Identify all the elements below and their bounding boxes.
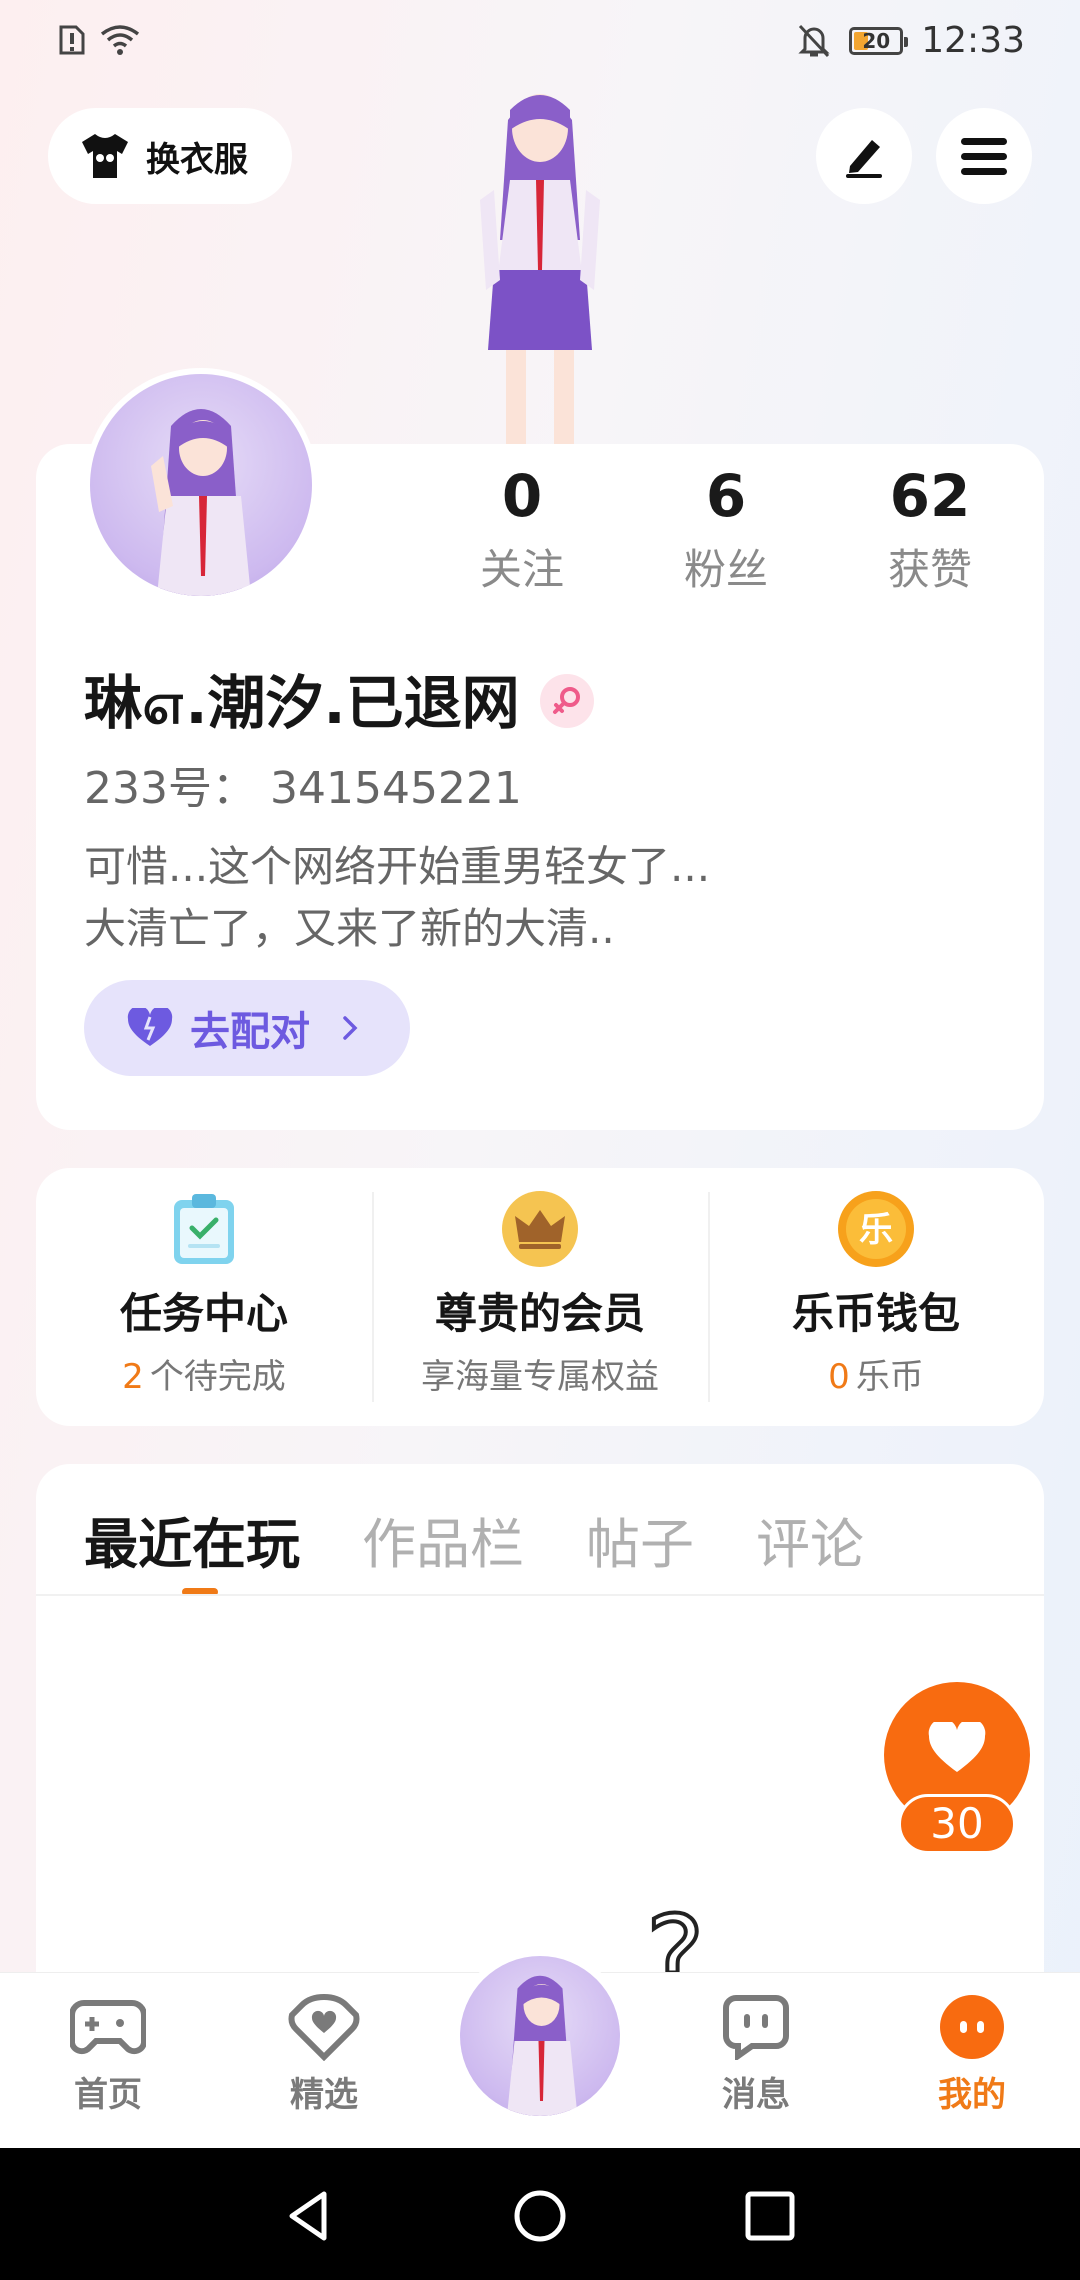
menu-button[interactable] [936,108,1032,204]
heart-icon [928,1722,986,1772]
stat-label: 粉丝 [683,545,768,594]
gamepad-icon [69,1991,147,2063]
crown-icon [501,1190,579,1268]
feature-subtitle: 0 乐币 [828,1357,924,1397]
tshirt-icon [82,134,128,178]
clipboard-check-icon [165,1190,243,1268]
avatar-character-figure[interactable] [420,80,660,450]
status-bar: 20 12:33 [0,0,1080,90]
nav-label: 我的 [938,2075,1006,2115]
match-label: 去配对 [190,1009,310,1055]
stat-followers[interactable]: 6 粉丝 [624,464,828,597]
coin-icon: 乐 [837,1190,915,1268]
edit-button[interactable] [816,108,912,204]
nav-me[interactable]: 我的 [902,1991,1042,2116]
bio-line: 大清亡了，又来了新的大清.. [84,904,615,953]
change-outfit-label: 换衣服 [146,139,248,180]
match-button[interactable]: 去配对 [84,980,410,1076]
nav-label: 精选 [290,2075,358,2115]
heart-badge-icon [285,1991,363,2063]
system-navigation-bar [0,2148,1080,2280]
bio: 可惜...这个网络开始重男轻女了... 大清亡了，又来了新的大清.. [84,836,710,960]
hamburger-menu-icon [961,138,1007,175]
tab-works[interactable]: 作品栏 [362,1500,524,1579]
recents-icon[interactable] [742,2188,798,2244]
change-outfit-button[interactable]: 换衣服 [48,108,292,204]
feature-title: 乐币钱包 [791,1289,960,1338]
feature-title: 尊贵的会员 [434,1289,645,1338]
svg-text:乐: 乐 [859,1210,893,1250]
task-center[interactable]: 任务中心 2 个待完成 [36,1168,372,1426]
back-icon[interactable] [280,2188,336,2244]
tabs-divider [36,1594,1044,1596]
chevron-right-icon [343,1016,358,1040]
tab-recently-played[interactable]: 最近在玩 [84,1500,300,1579]
mute-bell-icon [798,24,830,57]
wifi-icon [100,25,140,55]
stat-following[interactable]: 0 关注 [420,464,624,597]
stat-value: 6 [705,462,747,530]
feature-subtitle: 享海量专属权益 [421,1357,659,1397]
nav-home[interactable]: 首页 [38,1991,178,2116]
me-dots-icon [933,1991,1011,2063]
pencil-icon [846,140,882,178]
profile-stats: 0 关注 6 粉丝 62 获赞 [420,464,1032,597]
nav-avatar-button[interactable] [452,1948,628,2124]
bio-line: 可惜...这个网络开始重男轻女了... [84,842,711,891]
nav-label: 消息 [722,2075,790,2115]
nav-messages[interactable]: 消息 [686,1991,826,2116]
avatar-portrait [507,1975,578,2116]
vip-member[interactable]: 尊贵的会员 享海量专属权益 [372,1168,708,1426]
tab-comments[interactable]: 评论 [756,1500,864,1579]
avatar-portrait [151,409,251,596]
stat-label: 关注 [479,545,564,594]
feature-title: 任务中心 [119,1289,288,1338]
feature-subtitle: 2 个待完成 [122,1357,286,1397]
chat-icon [717,1991,795,2063]
feature-card: 任务中心 2 个待完成 尊贵的会员 享海量专属权益 乐 乐币钱包 0 乐币 [36,1168,1044,1426]
stat-likes[interactable]: 62 获赞 [828,464,1032,597]
battery-icon: 20 [849,26,909,55]
nickname: 琳௭.潮汐.已退网 [84,669,520,737]
home-icon[interactable] [512,2188,568,2244]
tab-posts[interactable]: 帖子 [586,1500,694,1579]
nickname-row: 琳௭.潮汐.已退网 [84,656,594,745]
female-icon [539,673,594,728]
coin-wallet[interactable]: 乐 乐币钱包 0 乐币 [708,1168,1044,1426]
stat-value: 0 [501,462,543,530]
stat-label: 获赞 [887,545,972,594]
heart-icon [127,1008,173,1046]
nav-featured[interactable]: 精选 [254,1991,394,2116]
alert-sim-icon [59,25,85,55]
clock: 12:33 [921,20,1025,61]
user-id: 233号： 341545221 [84,763,522,814]
content-tabs: 最近在玩 作品栏 帖子 评论 [84,1500,864,1579]
profile-avatar[interactable] [84,368,318,602]
nav-label: 首页 [74,2075,142,2115]
stat-value: 62 [889,462,971,530]
like-count: 30 [898,1794,1016,1854]
